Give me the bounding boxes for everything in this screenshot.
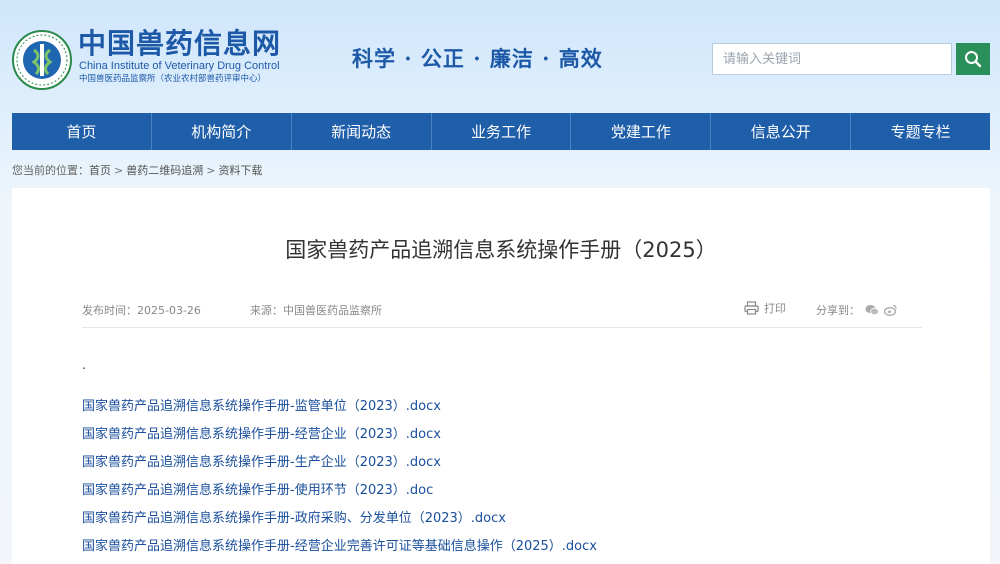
attachment-link[interactable]: 国家兽药产品追溯信息系统操作手册-生产企业（2023）.docx bbox=[82, 454, 597, 482]
breadcrumb-qr-trace[interactable]: 兽药二维码追溯 bbox=[126, 164, 203, 177]
breadcrumb-downloads[interactable]: 资料下载 bbox=[218, 164, 262, 177]
attachment-link[interactable]: 国家兽药产品追溯信息系统操作手册-监管单位（2023）.docx bbox=[82, 398, 597, 426]
nav-item-news[interactable]: 新闻动态 bbox=[292, 113, 432, 150]
nav-item-business[interactable]: 业务工作 bbox=[432, 113, 572, 150]
article-panel: 国家兽药产品追溯信息系统操作手册（2025） 发布时间：2025-03-26 来… bbox=[12, 188, 990, 564]
article-meta: 发布时间：2025-03-26 来源：中国兽医药品监察所 打印 分享到： bbox=[82, 300, 922, 328]
logo-emblem-icon[interactable] bbox=[12, 30, 72, 90]
breadcrumb-prefix: 您当前的位置： bbox=[12, 164, 89, 177]
article-title: 国家兽药产品追溯信息系统操作手册（2025） bbox=[285, 238, 717, 262]
print-label: 打印 bbox=[764, 302, 786, 315]
site-logo-english: China Institute of Veterinary Drug Contr… bbox=[79, 60, 280, 72]
attachment-link[interactable]: 国家兽药产品追溯信息系统操作手册-政府采购、分发单位（2023）.docx bbox=[82, 510, 597, 538]
printer-icon bbox=[744, 301, 759, 315]
print-button[interactable]: 打印 bbox=[744, 300, 786, 316]
search-input[interactable] bbox=[712, 43, 952, 75]
share-bar: 分享到： bbox=[816, 302, 897, 318]
search-button[interactable] bbox=[956, 43, 990, 75]
share-label: 分享到： bbox=[816, 304, 860, 317]
search-icon bbox=[965, 51, 982, 68]
site-header: 中国兽药信息网 China Institute of Veterinary Dr… bbox=[0, 0, 1000, 112]
publish-date-value: 2025-03-26 bbox=[137, 304, 201, 317]
attachment-list: 国家兽药产品追溯信息系统操作手册-监管单位（2023）.docx 国家兽药产品追… bbox=[82, 398, 597, 564]
source-value: 中国兽医药品监察所 bbox=[283, 304, 382, 317]
site-logo-title[interactable]: 中国兽药信息网 bbox=[78, 28, 281, 60]
site-slogan: 科学 · 公正 · 廉洁 · 高效 bbox=[352, 46, 603, 71]
site-logo-subtitle: 中国兽医药品监察所（农业农村部兽药评审中心） bbox=[79, 74, 267, 84]
article-source: 来源：中国兽医药品监察所 bbox=[250, 302, 382, 318]
nav-item-topics[interactable]: 专题专栏 bbox=[851, 113, 990, 150]
nav-item-party[interactable]: 党建工作 bbox=[571, 113, 712, 150]
attachment-link[interactable]: 国家兽药产品追溯信息系统操作手册-经营企业（2023）.docx bbox=[82, 426, 597, 454]
breadcrumb: 您当前的位置：首页 > 兽药二维码追溯 > 资料下载 bbox=[12, 162, 262, 178]
attachment-link[interactable]: 国家兽药产品追溯信息系统操作手册-经营企业完善许可证等基础信息操作（2025）.… bbox=[82, 538, 597, 564]
weibo-icon[interactable] bbox=[884, 304, 897, 316]
publish-date: 发布时间：2025-03-26 bbox=[82, 302, 201, 318]
nav-item-disclosure[interactable]: 信息公开 bbox=[711, 113, 852, 150]
breadcrumb-home[interactable]: 首页 bbox=[89, 164, 111, 177]
source-label: 来源： bbox=[250, 304, 283, 317]
wechat-icon[interactable] bbox=[865, 304, 879, 316]
attachment-link[interactable]: 国家兽药产品追溯信息系统操作手册-使用环节（2023）.doc bbox=[82, 482, 597, 510]
breadcrumb-separator: > bbox=[206, 164, 216, 177]
main-nav: 首页 机构简介 新闻动态 业务工作 党建工作 信息公开 专题专栏 bbox=[12, 113, 990, 150]
nav-item-home[interactable]: 首页 bbox=[12, 113, 152, 150]
breadcrumb-separator: > bbox=[114, 164, 124, 177]
content-dot: . bbox=[82, 358, 86, 372]
publish-date-label: 发布时间： bbox=[82, 304, 137, 317]
nav-item-about[interactable]: 机构简介 bbox=[152, 113, 292, 150]
